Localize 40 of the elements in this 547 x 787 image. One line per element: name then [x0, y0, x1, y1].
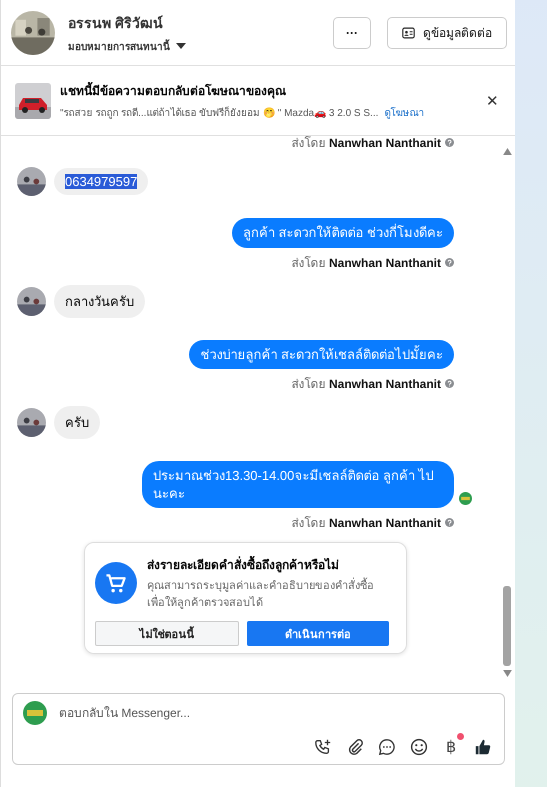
payment-button[interactable]: ฿	[442, 737, 460, 757]
scroll-up-icon[interactable]	[502, 148, 512, 155]
page-avatar-icon	[23, 701, 47, 725]
close-button[interactable]: ✕	[482, 92, 503, 110]
help-icon	[445, 258, 454, 267]
continue-button[interactable]: ดำเนินการต่อ	[247, 621, 389, 646]
outgoing-message: ช่วงบ่ายลูกค้า สะดวกให้เชลล์ติดต่อไปมั้ยคะ	[189, 340, 454, 370]
contact-name: อรรนพ ศิริวัฒน์	[68, 14, 164, 32]
not-now-button[interactable]: ไม่ใช่ตอนนี้	[95, 621, 239, 646]
attachment-icon	[346, 738, 364, 756]
assign-conversation-dropdown[interactable]: มอบหมายการสนทนานี้	[68, 38, 186, 54]
ad-snippet: "รถสวย รถถูก รถดี...แต่ถ้าได้เธอ ขับฟรีก็ยังยอม 🤭 " Mazda🚗 3 2.0 S S...	[60, 105, 378, 120]
chat-bubble-icon	[378, 738, 396, 756]
more-button[interactable]: ···	[333, 16, 371, 48]
scroll-down-icon[interactable]	[502, 670, 512, 677]
help-icon	[445, 518, 454, 528]
incoming-message: ครับ	[54, 406, 100, 440]
help-icon	[445, 379, 454, 388]
cart-icon	[95, 562, 137, 604]
reply-field[interactable]: ตอบกลับใน Messenger... ฿	[12, 693, 505, 765]
incoming-message: 0634979597	[54, 168, 148, 195]
sent-by-label: ส่งโดย Nanwhan Nanthanit	[292, 136, 441, 152]
ad-reply-title: แชทนี้มีข้อความตอบกลับต่อโฆษณาของคุณ	[60, 81, 482, 100]
prompt-title: ส่งรายละเอียดคำสั่งซื้อถึงลูกค้าหรือไม่	[147, 555, 389, 574]
emoji-icon	[410, 738, 428, 756]
contact-card-icon	[402, 26, 415, 38]
sent-by-label: ส่งโดย Nanwhan Nanthanit	[292, 376, 441, 394]
sent-by-label: ส่งโดย Nanwhan Nanthanit	[292, 254, 441, 272]
incoming-message: กลางวันครับ	[54, 284, 145, 318]
help-icon	[445, 138, 454, 147]
scroll-thumb[interactable]	[503, 586, 511, 666]
outgoing-message: ลูกค้า สะดวกให้ติดต่อ ช่วงกี่โมงดีคะ	[232, 218, 454, 248]
sent-by-label: ส่งโดย Nanwhan Nanthanit	[292, 515, 441, 532]
thumbs-up-icon	[474, 738, 492, 756]
caret-icon	[176, 43, 186, 49]
view-ad-link[interactable]: ดูโฆษณา	[384, 105, 424, 120]
outgoing-message: ประมาณช่วง13.30-14.00จะมีเชลล์ติดต่อ ลูกค้า ไปนะคะ	[142, 461, 454, 508]
call-icon	[314, 738, 332, 756]
view-contact-button[interactable]: ดูข้อมูลติดต่อ	[387, 16, 507, 48]
prompt-description: คุณสามารถระบุมูลค่าและคำอธิบายของคำสั่งซื้อเพื่อให้ลูกค้าตรวจสอบได้	[147, 578, 389, 612]
